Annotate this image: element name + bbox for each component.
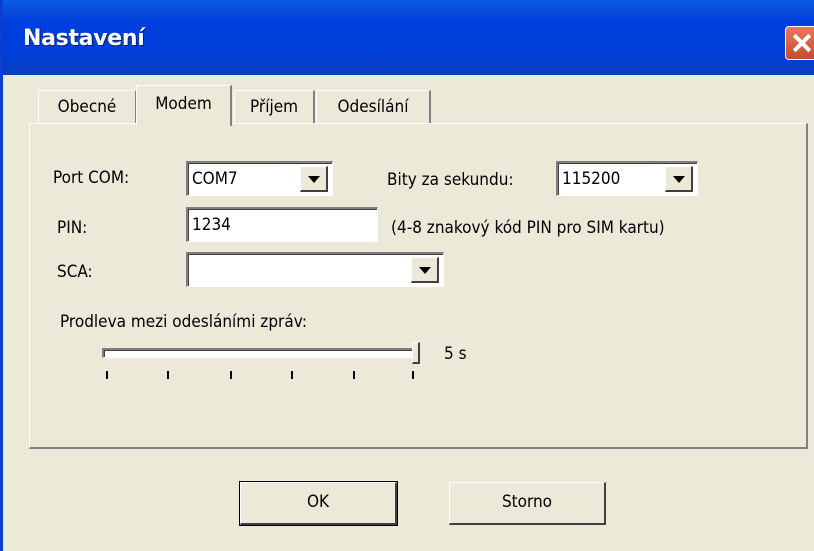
slider-tick xyxy=(167,371,169,379)
port-com-label: Port COM: xyxy=(53,168,130,188)
settings-dialog: Nastavení Obecné Modem Příjem Odesílání … xyxy=(0,0,814,551)
tab-obecne[interactable]: Obecné xyxy=(38,90,137,124)
delay-slider-thumb[interactable] xyxy=(412,342,420,364)
delay-value: 5 s xyxy=(444,344,467,364)
slider-tick xyxy=(106,371,108,379)
chevron-down-icon[interactable] xyxy=(300,166,328,192)
baud-rate-label: Bity za sekundu: xyxy=(387,170,514,190)
baud-rate-select[interactable]: 115200 xyxy=(556,161,698,196)
port-com-value: COM7 xyxy=(192,169,238,189)
title-bar[interactable]: Nastavení xyxy=(3,0,814,75)
slider-tick xyxy=(353,371,355,379)
pin-hint: (4-8 znakový kód PIN pro SIM kartu) xyxy=(391,218,665,238)
tab-odesilani[interactable]: Odesílání xyxy=(316,90,431,124)
tab-prijem[interactable]: Příjem xyxy=(234,90,315,124)
port-com-select[interactable]: COM7 xyxy=(186,161,333,196)
chevron-down-icon[interactable] xyxy=(411,257,439,283)
window-title: Nastavení xyxy=(23,26,145,51)
cancel-button[interactable]: Storno xyxy=(449,482,606,525)
delay-slider-track[interactable] xyxy=(102,348,413,358)
slider-tick xyxy=(230,371,232,379)
chevron-down-icon[interactable] xyxy=(665,166,693,192)
close-icon[interactable] xyxy=(785,26,814,60)
slider-tick xyxy=(412,371,414,379)
tab-modem[interactable]: Modem xyxy=(136,85,232,126)
pin-input[interactable]: 1234 xyxy=(186,207,378,242)
baud-rate-value: 115200 xyxy=(562,169,621,189)
slider-tick xyxy=(291,371,293,379)
sca-combobox[interactable] xyxy=(186,252,444,287)
ok-button[interactable]: OK xyxy=(239,481,398,526)
pin-label: PIN: xyxy=(57,218,88,238)
sca-label: SCA: xyxy=(57,262,93,282)
delay-label: Prodleva mezi odesláními zpráv: xyxy=(60,312,307,332)
